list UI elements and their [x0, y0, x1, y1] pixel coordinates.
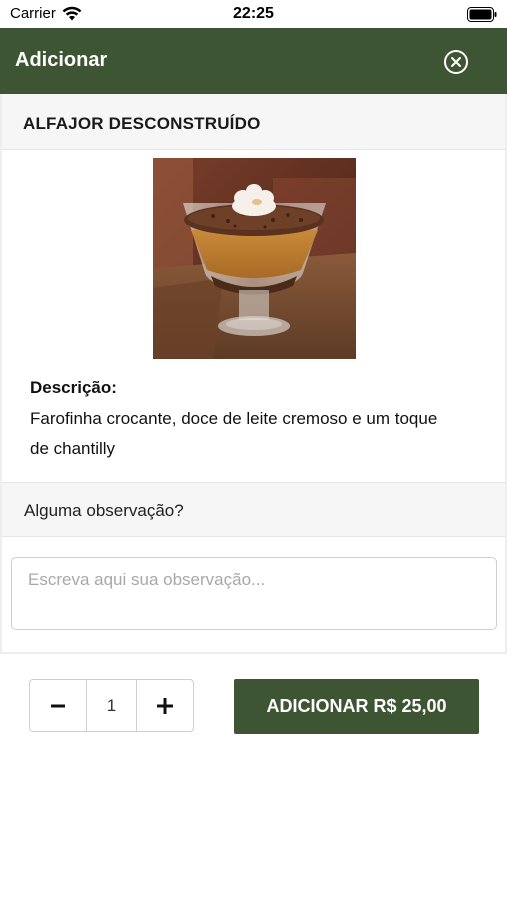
observation-section: Alguma observação?	[2, 482, 505, 537]
observation-label: Alguma observação?	[24, 501, 184, 520]
decrement-button[interactable]	[30, 680, 86, 731]
quantity-value[interactable]: 1	[86, 680, 137, 731]
product-card: ALFAJOR DESCONSTRUÍDO Descrição: Farofin…	[0, 94, 507, 654]
plus-icon	[157, 697, 173, 714]
clock: 22:25	[233, 5, 274, 22]
product-description: Farofinha crocante, doce de leite cremos…	[30, 409, 438, 458]
observation-input[interactable]	[11, 557, 497, 630]
header-title: Adicionar	[15, 49, 108, 71]
description-label: Descrição:	[30, 378, 117, 397]
close-icon[interactable]	[443, 49, 469, 75]
minus-icon	[51, 704, 65, 707]
battery-icon	[467, 7, 497, 22]
status-bar: Carrier 22:25	[0, 0, 507, 28]
product-name: ALFAJOR DESCONSTRUÍDO	[23, 114, 261, 133]
product-image	[153, 158, 356, 359]
modal-header: Adicionar	[0, 28, 507, 94]
increment-button[interactable]	[137, 680, 193, 731]
add-to-cart-button[interactable]: ADICIONAR R$ 25,00	[234, 679, 479, 734]
product-title-bar: ALFAJOR DESCONSTRUÍDO	[2, 94, 505, 150]
quantity-stepper: 1	[29, 679, 194, 732]
